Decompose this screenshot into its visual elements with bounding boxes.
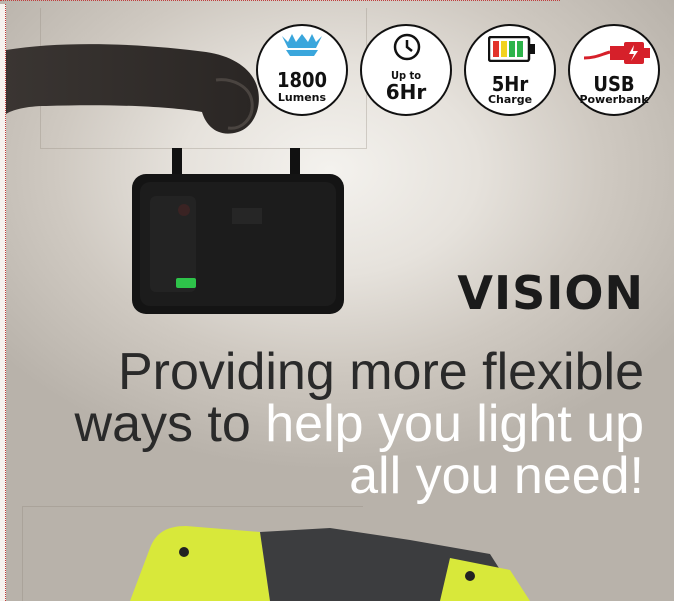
headline-line-2: ways to help you light up: [24, 398, 644, 450]
top-dotted-guide: [0, 0, 560, 1]
badge-runtime-value: 6Hr: [385, 80, 427, 104]
clock-icon: [393, 33, 421, 61]
badge-runtime: Up to 6Hr: [360, 24, 452, 116]
headline: Providing more flexible ways to help you…: [24, 346, 644, 502]
badge-usb-value: USB: [593, 72, 635, 96]
feature-badges: 1800 Lumens Up to 6Hr 5Hr Charge USB Pow…: [256, 24, 660, 128]
hand-arm-silhouette: [6, 44, 259, 134]
headline-line-2-dark: ways to: [74, 395, 251, 453]
yellow-work-lamp: [130, 526, 530, 601]
usb-plug-icon: [583, 42, 650, 64]
badge-lumens-value: 1800: [276, 68, 328, 92]
badge-usb: USB Powerbank: [568, 24, 660, 116]
product-page: 1800 Lumens Up to 6Hr 5Hr Charge USB Pow…: [0, 0, 674, 601]
headline-line-1: Providing more flexible: [117, 343, 644, 401]
headline-line-3: all you need!: [349, 447, 644, 505]
badge-charge: 5Hr Charge: [464, 24, 556, 116]
work-light-device: [132, 148, 344, 314]
headline-line-2-light: help you light up: [250, 395, 644, 453]
sun-icon: [282, 34, 322, 56]
badge-charge-label: Charge: [487, 93, 533, 106]
badge-usb-label: Powerbank: [579, 93, 649, 106]
badge-lumens: 1800 Lumens: [256, 24, 348, 116]
badge-charge-value: 5Hr: [491, 72, 529, 96]
badge-lumens-label: Lumens: [277, 91, 327, 104]
product-title: VISION: [457, 266, 644, 320]
battery-icon: [488, 36, 535, 62]
